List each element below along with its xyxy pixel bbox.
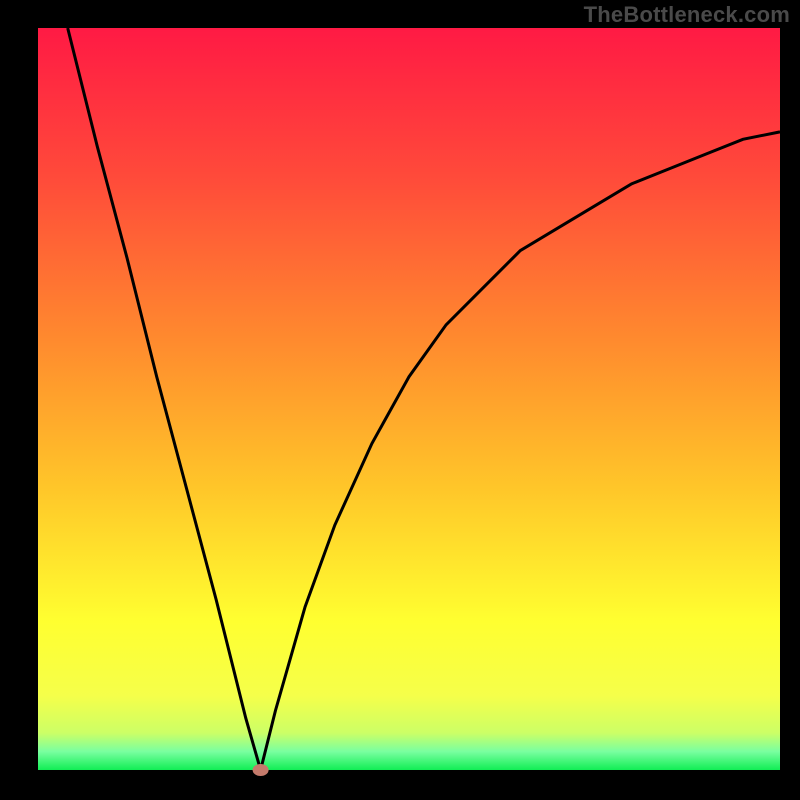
chart-container: TheBottleneck.com <box>0 0 800 800</box>
minimum-marker <box>253 764 269 776</box>
plot-background <box>38 28 780 770</box>
watermark-text: TheBottleneck.com <box>584 2 790 28</box>
chart-svg <box>0 0 800 800</box>
